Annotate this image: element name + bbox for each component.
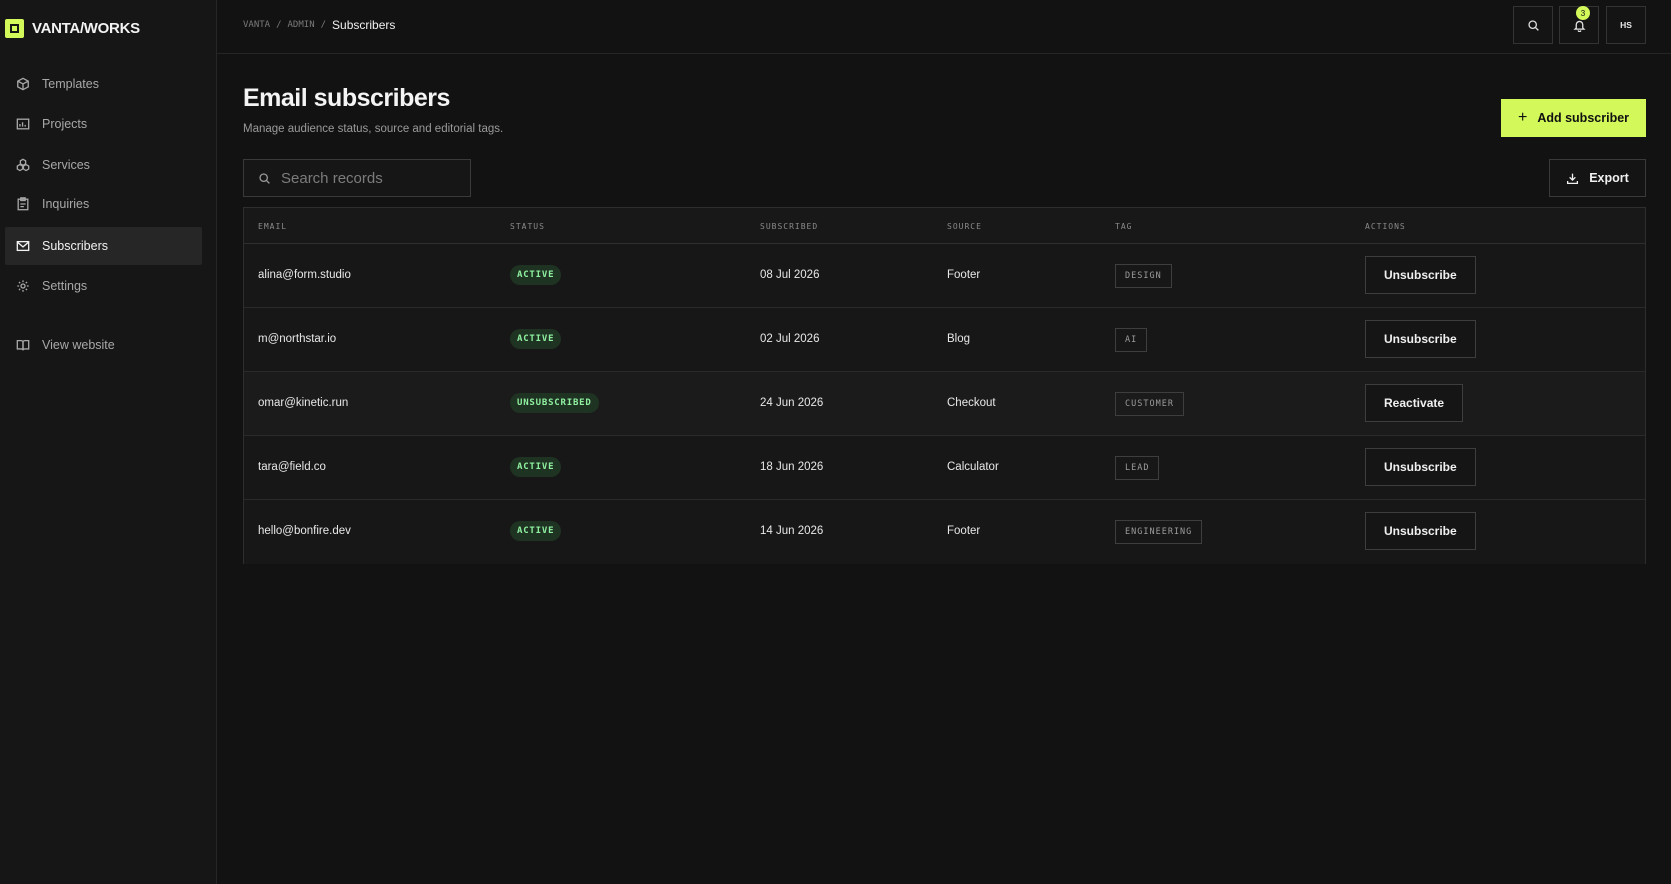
avatar: HS — [1620, 20, 1632, 30]
avatar-button[interactable]: HS — [1606, 6, 1646, 44]
sidebar-item-services[interactable]: Services — [5, 146, 202, 184]
column-header-subscribed: SUBSCRIBED — [760, 222, 819, 231]
breadcrumb-item-vanta[interactable]: VANTA — [243, 20, 270, 30]
sidebar-item-label: Subscribers — [42, 239, 108, 253]
source-cell: Checkout — [947, 397, 996, 409]
status-badge: ACTIVE — [510, 265, 562, 285]
search-icon — [1527, 19, 1539, 31]
tag-chip: AI — [1115, 328, 1148, 352]
table-header: EMAIL STATUS SUBSCRIBED SOURCE TAG ACTIO… — [244, 208, 1645, 244]
breadcrumb: VANTA / ADMIN / Subscribers — [243, 18, 395, 32]
table-row: m@northstar.io ACTIVE 02 Jul 2026 Blog A… — [244, 308, 1645, 372]
export-button[interactable]: Export — [1549, 159, 1646, 197]
search-icon — [259, 172, 270, 184]
sidebar-item-label: Services — [42, 158, 90, 172]
email-cell: alina@form.studio — [258, 269, 351, 281]
sidebar-item-label: Projects — [42, 117, 88, 131]
view-website-link[interactable]: View website — [5, 326, 202, 364]
column-header-email: EMAIL — [258, 222, 288, 231]
source-cell: Calculator — [947, 461, 999, 473]
status-badge: ACTIVE — [510, 457, 562, 477]
page-title: Email subscribers — [243, 84, 450, 112]
source-cell: Footer — [947, 525, 981, 537]
subscribed-date-cell: 24 Jun 2026 — [760, 397, 824, 409]
sidebar-item-settings[interactable]: Settings — [5, 267, 202, 305]
subscribers-table: EMAIL STATUS SUBSCRIBED SOURCE TAG ACTIO… — [243, 207, 1646, 564]
table-row: omar@kinetic.run UNSUBSCRIBED 24 Jun 202… — [244, 372, 1645, 436]
book-open-icon — [16, 339, 30, 351]
notification-count-badge: 3 — [1576, 6, 1590, 20]
sidebar-item-label: Settings — [42, 279, 88, 293]
table-row: hello@bonfire.dev ACTIVE 14 Jun 2026 Foo… — [244, 500, 1645, 564]
mail-icon — [16, 240, 30, 252]
sidebar-item-inquiries[interactable]: Inquiries — [5, 185, 202, 223]
subscribed-date-cell: 18 Jun 2026 — [760, 461, 824, 473]
search-button[interactable] — [1513, 6, 1553, 44]
search-input[interactable] — [281, 169, 451, 187]
export-label: Export — [1589, 171, 1629, 185]
cube-icon — [17, 77, 29, 91]
view-website-label: View website — [42, 338, 115, 352]
tag-chip: LEAD — [1115, 456, 1160, 480]
source-cell: Blog — [947, 333, 971, 345]
tag-chip: ENGINEERING — [1115, 520, 1203, 544]
breadcrumb-current: Subscribers — [332, 18, 396, 32]
subscribed-date-cell: 02 Jul 2026 — [760, 333, 820, 345]
subscribed-date-cell: 08 Jul 2026 — [760, 269, 820, 281]
source-cell: Footer — [947, 269, 981, 281]
add-subscriber-label: Add subscriber — [1537, 111, 1630, 125]
sidebar-item-label: Templates — [42, 77, 99, 91]
email-cell: tara@field.co — [258, 461, 326, 473]
unsubscribe-button[interactable]: Unsubscribe — [1365, 320, 1476, 358]
brand[interactable]: VANTA/WORKS — [5, 18, 140, 38]
search-box — [243, 159, 471, 197]
table-row: alina@form.studio ACTIVE 08 Jul 2026 Foo… — [244, 244, 1645, 308]
cubes-icon — [16, 158, 30, 172]
notifications-button[interactable]: 3 — [1559, 6, 1599, 44]
reactivate-button[interactable]: Reactivate — [1365, 384, 1464, 422]
unsubscribe-button[interactable]: Unsubscribe — [1365, 512, 1476, 550]
gear-icon — [17, 280, 29, 292]
brand-name: VANTA/WORKS — [32, 19, 140, 37]
page-subtitle: Manage audience status, source and edito… — [243, 123, 504, 135]
column-header-tag: TAG — [1115, 222, 1133, 231]
calendar-chart-icon — [16, 118, 30, 130]
status-badge: UNSUBSCRIBED — [510, 393, 599, 413]
topbar: VANTA / ADMIN / Subscribers 3 HS — [217, 0, 1671, 54]
column-header-status: STATUS — [510, 222, 545, 231]
unsubscribe-button[interactable]: Unsubscribe — [1365, 256, 1476, 294]
email-cell: omar@kinetic.run — [258, 397, 349, 409]
brand-logo-icon — [5, 18, 24, 38]
unsubscribe-button[interactable]: Unsubscribe — [1365, 448, 1476, 486]
download-icon — [1567, 173, 1579, 184]
table-row: tara@field.co ACTIVE 18 Jun 2026 Calcula… — [244, 436, 1645, 500]
breadcrumb-item-admin[interactable]: ADMIN — [288, 20, 315, 30]
subscribed-date-cell: 14 Jun 2026 — [760, 525, 824, 537]
sidebar: VANTA/WORKS Templates Projects Services … — [0, 0, 217, 884]
breadcrumb-separator: / — [320, 20, 327, 30]
tag-chip: DESIGN — [1115, 264, 1172, 288]
sidebar-item-label: Inquiries — [42, 197, 90, 211]
sidebar-item-projects[interactable]: Projects — [5, 105, 202, 143]
column-header-actions: ACTIONS — [1365, 222, 1406, 231]
email-cell: m@northstar.io — [258, 333, 337, 345]
column-header-source: SOURCE — [947, 222, 982, 231]
bell-icon — [1572, 20, 1586, 32]
breadcrumb-separator: / — [276, 20, 282, 30]
status-badge: ACTIVE — [510, 329, 562, 349]
email-cell: hello@bonfire.dev — [258, 525, 351, 537]
plus-icon: + — [1517, 109, 1528, 126]
add-subscriber-button[interactable]: + Add subscriber — [1501, 99, 1646, 137]
sidebar-item-subscribers[interactable]: Subscribers — [5, 227, 202, 265]
clipboard-icon — [17, 197, 29, 211]
sidebar-item-templates[interactable]: Templates — [5, 65, 202, 103]
status-badge: ACTIVE — [510, 521, 562, 541]
tag-chip: CUSTOMER — [1115, 392, 1184, 416]
